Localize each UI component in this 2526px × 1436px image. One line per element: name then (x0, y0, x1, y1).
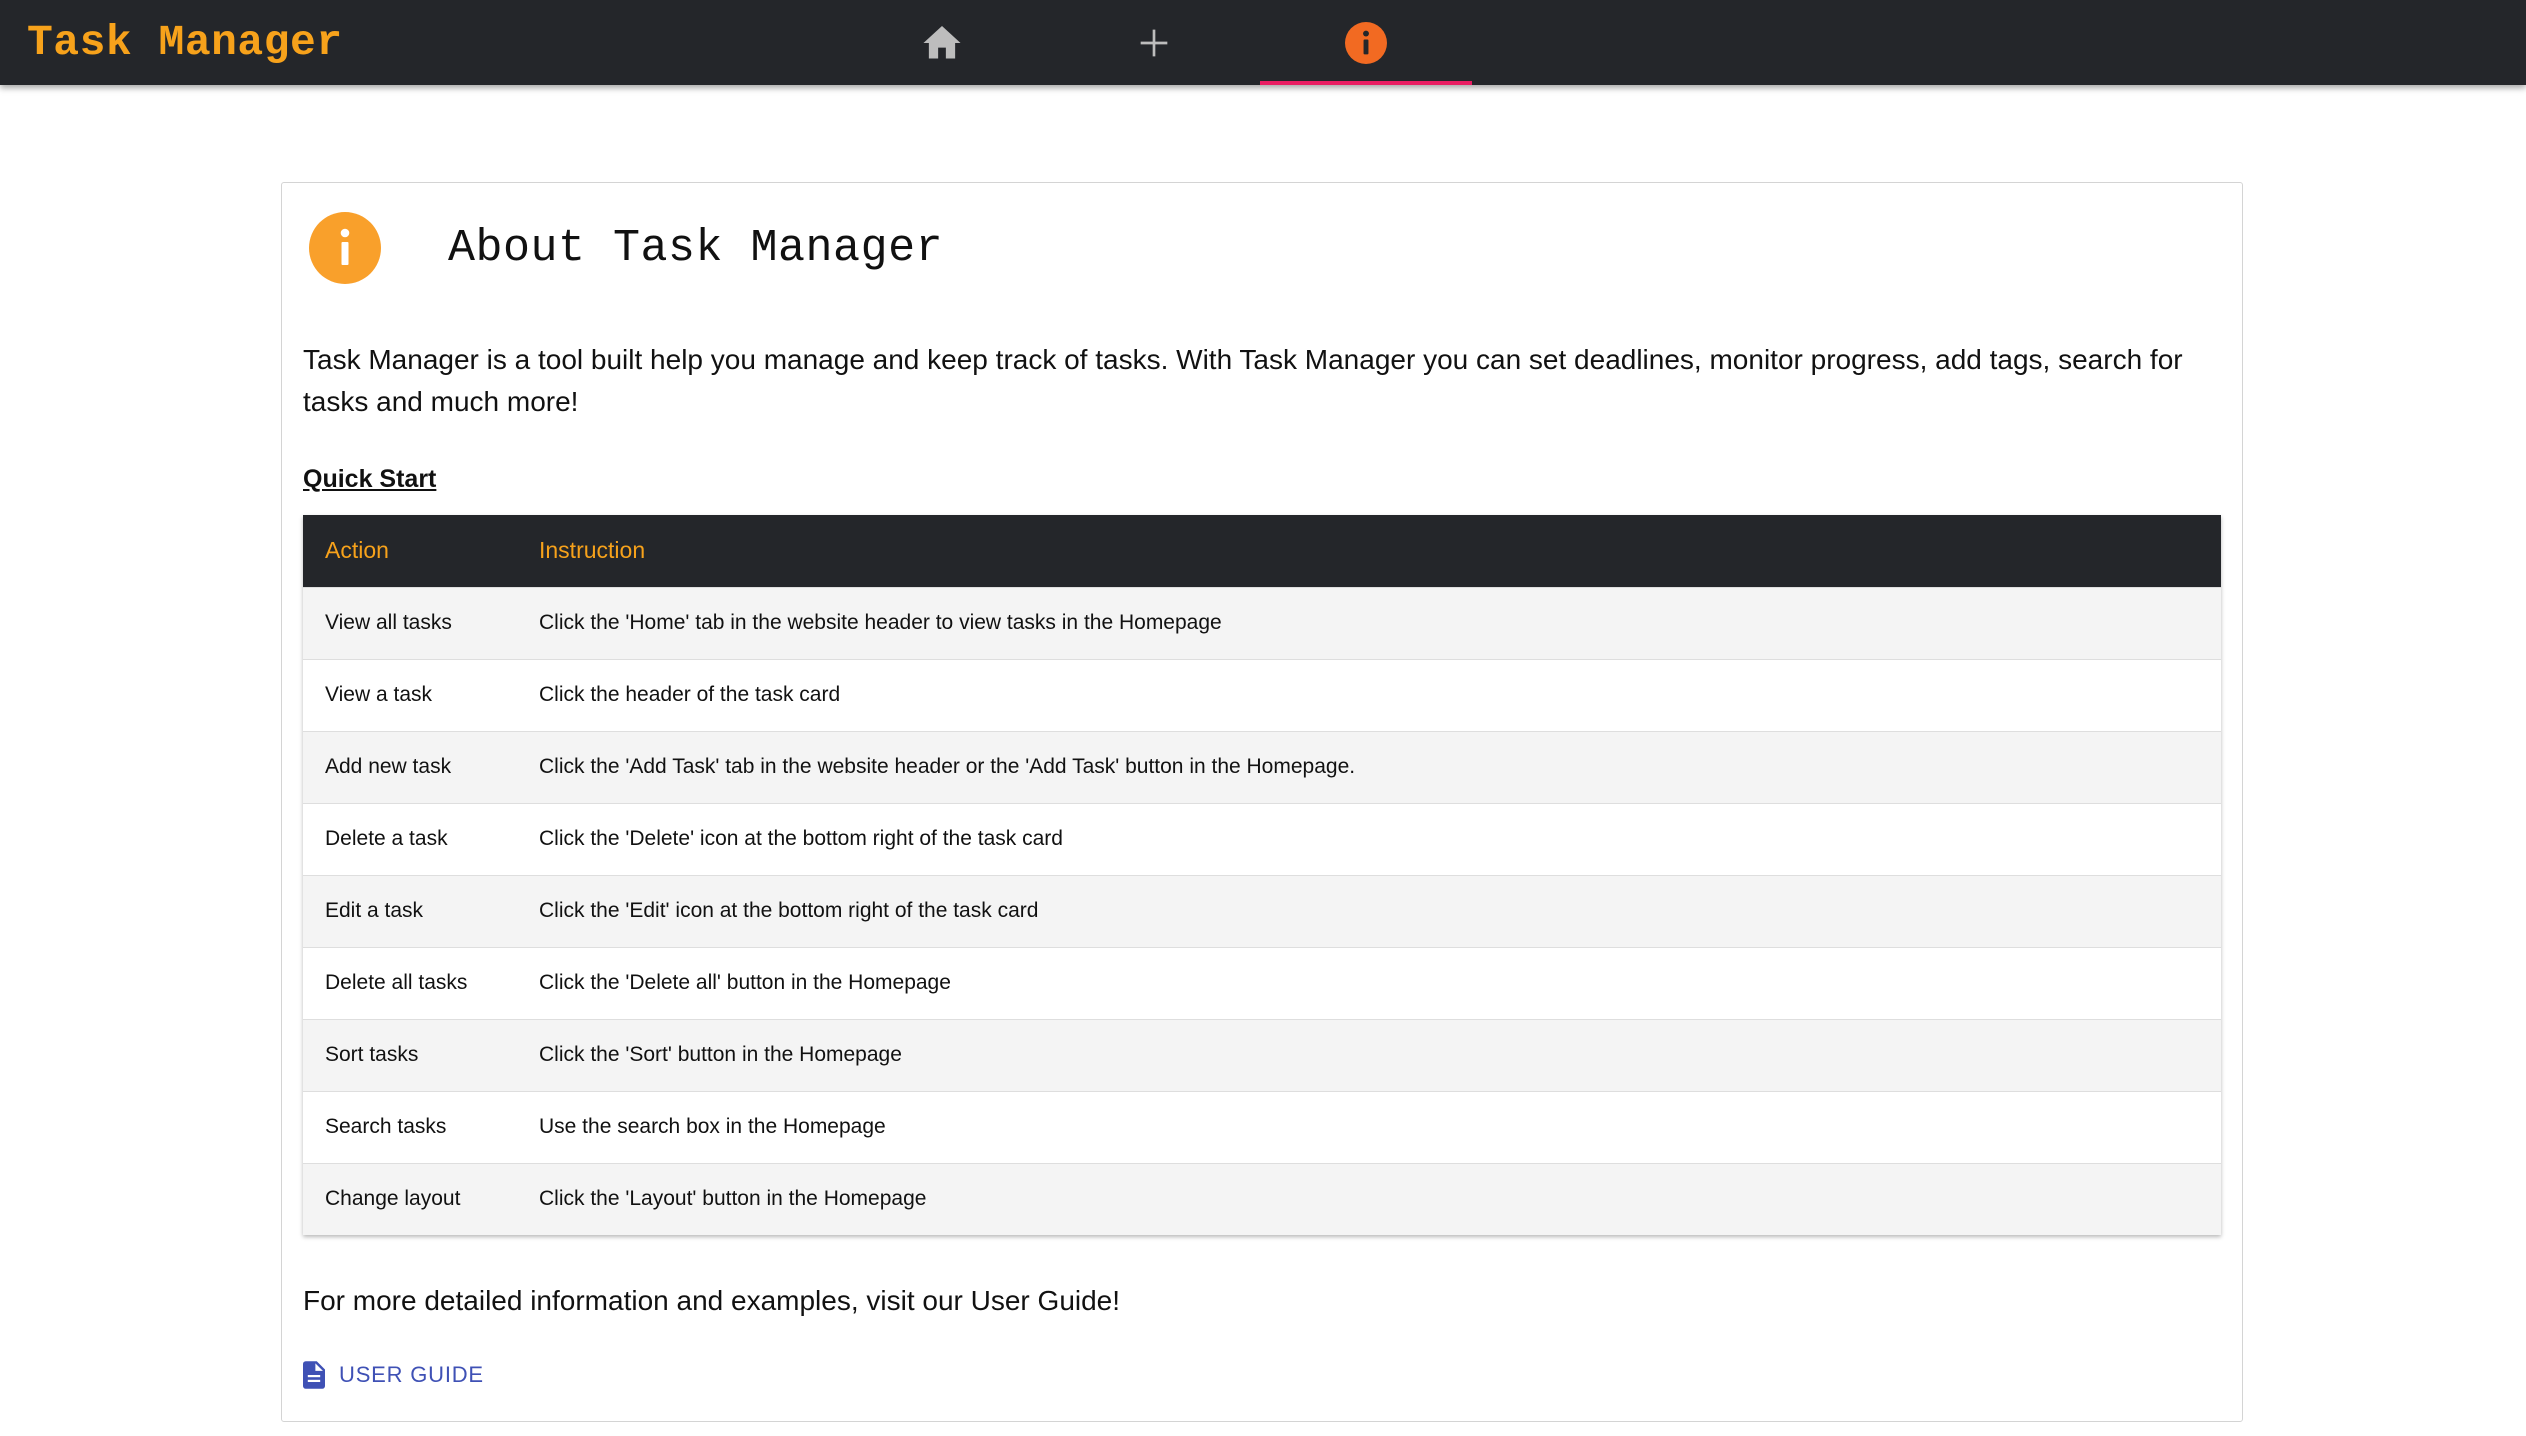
column-header-action: Action (303, 515, 517, 587)
instruction-cell: Click the 'Add Task' tab in the website … (517, 730, 2221, 803)
action-cell: Change layout (303, 1162, 517, 1235)
table-row: View all tasks Click the 'Home' tab in t… (303, 586, 2221, 659)
instruction-cell: Click the 'Delete' icon at the bottom ri… (517, 802, 2221, 875)
instruction-cell: Click the 'Home' tab in the website head… (517, 586, 2221, 659)
table-row: Sort tasks Click the 'Sort' button in th… (303, 1018, 2221, 1091)
page-title: About Task Manager (448, 223, 944, 274)
tab-about[interactable] (1260, 0, 1472, 85)
action-cell: Delete all tasks (303, 946, 517, 1019)
table-row: Delete a task Click the 'Delete' icon at… (303, 802, 2221, 875)
instruction-cell: Click the header of the task card (517, 658, 2221, 731)
instruction-cell: Click the 'Edit' icon at the bottom righ… (517, 874, 2221, 947)
app-brand[interactable]: Task Manager (27, 19, 343, 67)
user-guide-link[interactable]: User Guide (303, 1361, 484, 1389)
app-header: Task Manager (0, 0, 2526, 85)
intro-text: Task Manager is a tool built help you ma… (303, 344, 2183, 417)
action-cell: Delete a task (303, 802, 517, 875)
nav-tabs (836, 0, 1472, 85)
home-icon (923, 25, 961, 60)
info-icon (1345, 21, 1387, 64)
tab-home[interactable] (836, 0, 1048, 85)
action-cell: Sort tasks (303, 1018, 517, 1091)
plus-icon (1138, 27, 1170, 59)
action-cell: Search tasks (303, 1090, 517, 1163)
info-icon (309, 212, 381, 284)
tab-add-task[interactable] (1048, 0, 1260, 85)
user-guide-prompt: For more detailed information and exampl… (303, 1285, 1121, 1316)
instruction-cell: Click the 'Layout' button in the Homepag… (517, 1162, 2221, 1235)
instruction-cell: Click the 'Delete all' button in the Hom… (517, 946, 2221, 1019)
action-cell: View all tasks (303, 586, 517, 659)
action-cell: View a task (303, 658, 517, 731)
table-row: View a task Click the header of the task… (303, 658, 2221, 731)
table-row: Delete all tasks Click the 'Delete all' … (303, 946, 2221, 1019)
table-row: Search tasks Use the search box in the H… (303, 1090, 2221, 1163)
column-header-instruction: Instruction (517, 515, 2221, 587)
instruction-cell: Use the search box in the Homepage (517, 1090, 2221, 1163)
table-header-row: Action Instruction (303, 515, 2221, 587)
action-cell: Add new task (303, 730, 517, 803)
document-icon (303, 1361, 325, 1389)
quick-start-table: Action Instruction View all tasks Click … (303, 515, 2221, 1235)
table-row: Add new task Click the 'Add Task' tab in… (303, 730, 2221, 803)
about-card: About Task Manager Task Manager is a too… (281, 182, 2243, 1422)
table-row: Edit a task Click the 'Edit' icon at the… (303, 874, 2221, 947)
quick-start-heading: Quick Start (303, 465, 437, 493)
instruction-cell: Click the 'Sort' button in the Homepage (517, 1018, 2221, 1091)
user-guide-label: User Guide (339, 1362, 484, 1387)
table-row: Change layout Click the 'Layout' button … (303, 1162, 2221, 1235)
action-cell: Edit a task (303, 874, 517, 947)
